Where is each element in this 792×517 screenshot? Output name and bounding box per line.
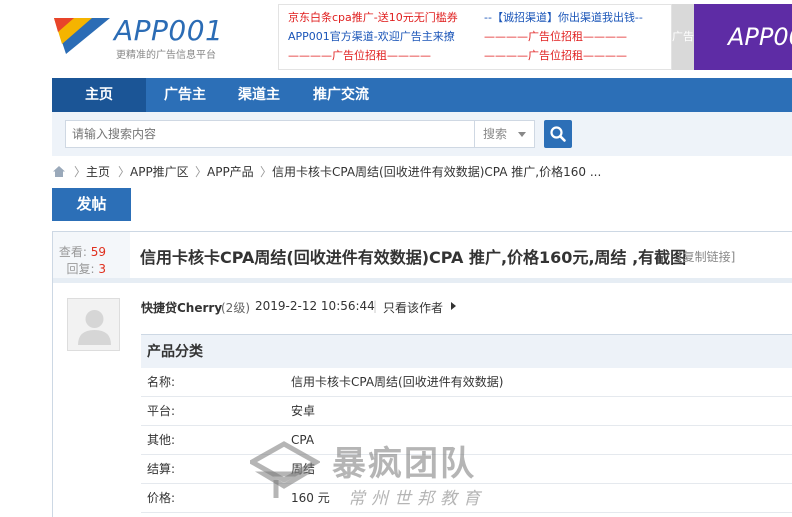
copy-link-button[interactable]: [复制链接] — [678, 248, 735, 265]
search-icon — [550, 126, 566, 142]
ad-link-1[interactable]: 京东白条cpa推广-送10元无门槛券 — [288, 9, 458, 27]
author-level: (2级) — [221, 301, 250, 315]
logo-subtitle: 更精准的广告信息平台 — [116, 50, 216, 61]
nav-item-advertiser[interactable]: 广告主 — [148, 78, 222, 112]
product-table: 产品分类 名称: 信用卡核卡CPA周结(回收进件有效数据) 平台: 安卓 其他:… — [141, 334, 792, 517]
nav-item-home[interactable]: 主页 — [52, 78, 146, 112]
logo-mark-icon — [54, 18, 110, 54]
table-row: 平台: 安卓 — [141, 397, 792, 426]
thread-title-row: 信用卡核卡CPA周结(回收进件有效数据)CPA 推广,价格160元,周结 ,有截… — [130, 232, 792, 278]
row-key: 平台: — [147, 404, 176, 418]
table-row: 其他: CPA — [141, 426, 792, 455]
user-silhouette-icon — [78, 310, 111, 345]
thread-title: 信用卡核卡CPA周结(回收进件有效数据)CPA 推广,价格160元,周结 ,有截… — [140, 248, 687, 267]
row-value: 信用卡核卡CPA周结(回收进件有效数据) — [291, 375, 504, 389]
breadcrumb-product[interactable]: APP产品 — [207, 160, 254, 184]
row-value: 周结 — [291, 462, 316, 476]
main-nav: 主页 广告主 渠道主 推广交流 — [52, 78, 792, 112]
search-bar: 搜索 — [52, 112, 792, 156]
post-date: 2019-2-12 10:56:44 — [255, 299, 375, 313]
ad-label: 广告 — [672, 4, 694, 70]
row-key: 价格: — [147, 491, 176, 505]
view-count: 查看: 59 — [53, 244, 106, 261]
ad-link-5[interactable]: ————广告位招租———— — [288, 47, 431, 65]
home-icon[interactable] — [52, 165, 66, 178]
page: APP001 更精准的广告信息平台 京东白条cpa推广-送10元无门槛券 --【… — [0, 0, 792, 517]
breadcrumb-separator: 〉 — [74, 165, 87, 179]
breadcrumb-home[interactable]: 主页 — [86, 160, 110, 184]
search-input[interactable] — [65, 120, 475, 148]
row-value: 160 元 — [291, 491, 330, 505]
ad-banner[interactable]: APP001 — [694, 4, 792, 70]
row-key: 结算: — [147, 462, 176, 476]
header: APP001 更精准的广告信息平台 京东白条cpa推广-送10元无门槛券 --【… — [0, 0, 792, 76]
search-button[interactable] — [544, 120, 572, 148]
avatar[interactable] — [67, 298, 120, 351]
breadcrumb-separator: 〉 — [118, 165, 131, 179]
table-row: 结算: 周结 — [141, 455, 792, 484]
breadcrumb: 〉 主页 〉 APP推广区 〉 APP产品 〉 信用卡核卡CPA周结(回收进件有… — [52, 160, 792, 184]
breadcrumb-separator: 〉 — [195, 165, 208, 179]
row-value: CPA — [291, 433, 315, 447]
author-name[interactable]: 快捷贷Cherry — [141, 299, 222, 316]
divider — [53, 278, 792, 283]
author-separator: | — [373, 299, 378, 313]
table-row: 价格: 160 元 — [141, 484, 792, 513]
triangle-right-icon — [451, 302, 456, 310]
ad-link-6[interactable]: ————广告位招租———— — [484, 47, 627, 65]
breadcrumb-zone[interactable]: APP推广区 — [130, 160, 189, 184]
nav-item-exchange[interactable]: 推广交流 — [298, 78, 384, 112]
chevron-down-icon — [518, 132, 526, 137]
views-label: 查看: — [58, 245, 87, 259]
ad-link-3[interactable]: APP001官方渠道-欢迎广告主来撩 — [288, 28, 455, 46]
table-row: 名称: 信用卡核卡CPA周结(回收进件有效数据) — [141, 368, 792, 397]
ad-text-panel: 京东白条cpa推广-送10元无门槛券 --【诚招渠道】你出渠道我出钱-- APP… — [278, 4, 672, 70]
reply-count: 回复: 3 — [53, 261, 106, 278]
thread-box: 查看: 59 回复: 3 信用卡核卡CPA周结(回收进件有效数据)CPA 推广,… — [52, 231, 792, 517]
ad-link-4[interactable]: ————广告位招租———— — [484, 28, 627, 46]
product-heading: 产品分类 — [141, 334, 792, 368]
breadcrumb-separator: 〉 — [260, 165, 273, 179]
search-type-select[interactable]: 搜索 — [475, 120, 535, 148]
thread-stats: 查看: 59 回复: 3 — [53, 232, 130, 278]
views-value: 59 — [90, 245, 106, 259]
row-value: 安卓 — [291, 404, 316, 418]
new-post-button[interactable]: 发帖 — [52, 188, 131, 221]
ad-link-2[interactable]: --【诚招渠道】你出渠道我出钱-- — [484, 9, 643, 27]
replies-label: 回复: — [66, 262, 95, 276]
nav-item-channel[interactable]: 渠道主 — [222, 78, 296, 112]
only-author-link[interactable]: 只看该作者 — [383, 299, 443, 316]
search-type-label: 搜索 — [483, 127, 508, 141]
row-key: 其他: — [147, 433, 176, 447]
logo-text: APP001 — [114, 14, 224, 47]
breadcrumb-current: 信用卡核卡CPA周结(回收进件有效数据)CPA 推广,价格160 ... — [272, 165, 602, 179]
site-logo[interactable]: APP001 更精准的广告信息平台 — [52, 12, 232, 62]
replies-value: 3 — [98, 262, 106, 276]
row-key: 名称: — [147, 375, 176, 389]
